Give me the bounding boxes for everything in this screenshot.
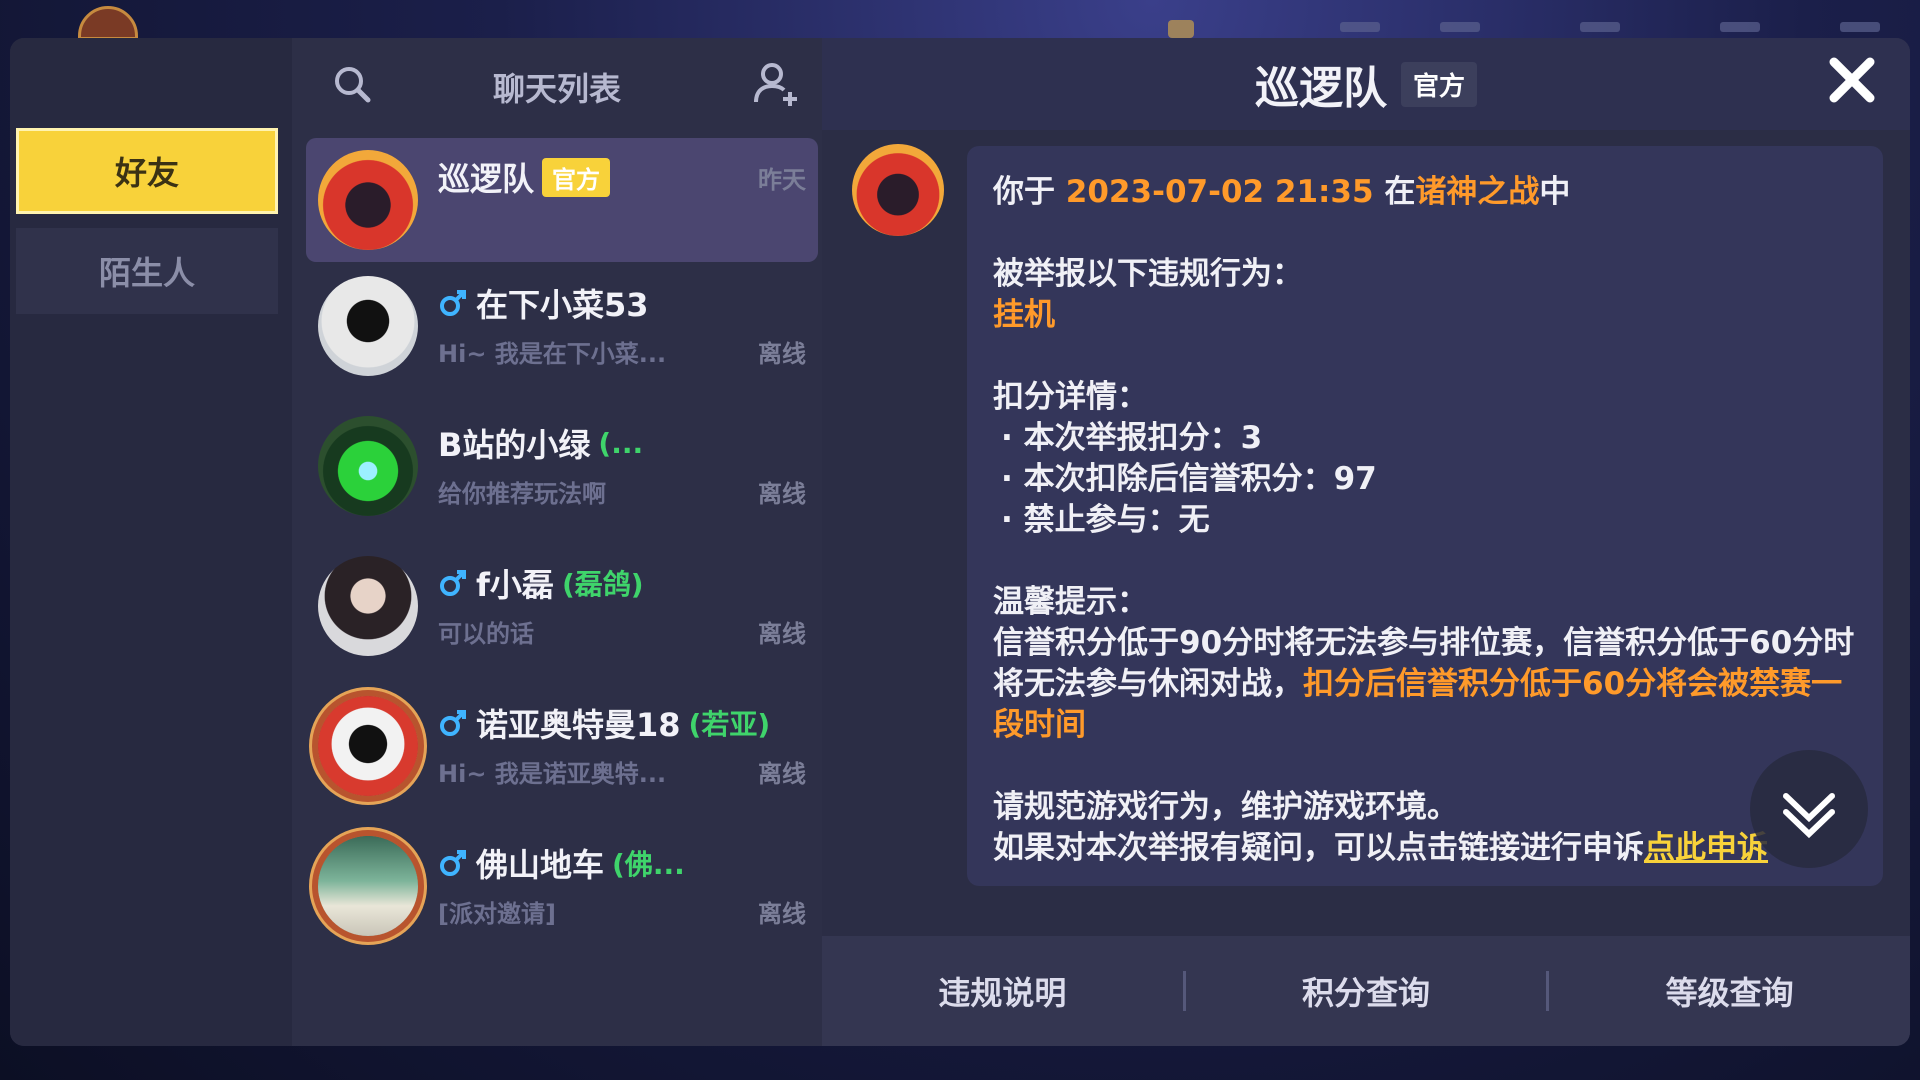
avatar bbox=[318, 276, 418, 376]
sender-avatar bbox=[852, 144, 944, 236]
menu-icon bbox=[1440, 22, 1480, 32]
conversation-header: 巡逻队 官方 bbox=[822, 38, 1910, 130]
scroll-down-button[interactable] bbox=[1750, 750, 1868, 868]
official-badge: 官方 bbox=[1400, 61, 1477, 107]
chat-item[interactable]: B站的小绿 (... 给你推荐玩法啊 离线 bbox=[306, 404, 818, 528]
deduct-bullet: · 本次举报扣分：3 bbox=[1001, 420, 1263, 456]
tab-friends[interactable]: 好友 bbox=[16, 128, 278, 214]
chat-list-title: 聊天列表 bbox=[492, 70, 621, 108]
menu-icon bbox=[1580, 22, 1620, 32]
closing-text: 请规范游戏行为，维护游戏环境。 bbox=[993, 789, 1458, 825]
contact-name: 巡逻队 bbox=[438, 160, 535, 198]
avatar bbox=[318, 696, 418, 796]
report-time-line: 你于 2023-07-02 21:35 在诸神之战中 bbox=[993, 174, 1571, 210]
male-icon bbox=[440, 850, 466, 876]
star-icon bbox=[1168, 20, 1194, 38]
online-status: 离线 bbox=[758, 620, 806, 648]
report-heading: 被举报以下违规行为： bbox=[993, 256, 1303, 292]
message-preview: 给你推荐玩法啊 bbox=[438, 480, 606, 508]
chat-item[interactable]: 诺亚奥特曼18 (若亚) Hi~ 我是诺亚奥特... 离线 bbox=[306, 684, 818, 808]
avatar bbox=[318, 836, 418, 936]
sidebar: 好友 陌生人 bbox=[10, 38, 292, 1046]
contact-name: 佛山地车 bbox=[476, 846, 605, 884]
male-icon bbox=[440, 290, 466, 316]
contact-name: 诺亚奥特曼18 bbox=[476, 706, 681, 744]
contact-name: B站的小绿 bbox=[438, 426, 591, 464]
avatar bbox=[318, 556, 418, 656]
tip-heading: 温馨提示： bbox=[993, 584, 1148, 620]
deduct-heading: 扣分详情： bbox=[993, 379, 1148, 415]
level-query-button[interactable]: 等级查询 bbox=[1549, 968, 1910, 1014]
online-status: 离线 bbox=[758, 900, 806, 928]
rank-medal-icon bbox=[78, 6, 138, 40]
tab-strangers[interactable]: 陌生人 bbox=[16, 228, 278, 314]
message-preview: [派对邀请] bbox=[438, 900, 556, 928]
violation-type: 挂机 bbox=[993, 297, 1055, 333]
male-icon bbox=[440, 710, 466, 736]
conversation-title: 巡逻队 bbox=[1254, 63, 1387, 114]
avatar bbox=[318, 150, 418, 250]
online-status: 离线 bbox=[758, 340, 806, 368]
deduct-bullet: · 禁止参与：无 bbox=[1001, 502, 1210, 538]
online-status: 离线 bbox=[758, 480, 806, 508]
message-preview: 可以的话 bbox=[438, 620, 534, 648]
report-datetime: 2023-07-02 21:35 bbox=[1065, 174, 1374, 210]
menu-icon bbox=[1840, 22, 1880, 32]
appeal-link[interactable]: 点此申诉 bbox=[1644, 830, 1768, 866]
message-bubble: 你于 2023-07-02 21:35 在诸神之战中 被举报以下违规行为： 挂机… bbox=[967, 146, 1883, 886]
male-icon bbox=[440, 570, 466, 596]
menu-icon bbox=[1720, 22, 1760, 32]
conversation-view: 巡逻队 官方 你于 2023-07-02 21:35 在诸神之战中 被举报以下违… bbox=[822, 38, 1910, 1046]
appeal-line: 如果对本次举报有疑问，可以点击链接进行申诉点此申诉 bbox=[993, 830, 1768, 866]
contact-remark: (磊鸽) bbox=[561, 568, 644, 601]
online-status: 离线 bbox=[758, 760, 806, 788]
message-preview: Hi~ 我是在下小菜... bbox=[438, 340, 667, 368]
close-icon[interactable] bbox=[1824, 52, 1880, 108]
chat-list-header: 聊天列表 bbox=[292, 38, 822, 130]
violation-info-button[interactable]: 违规说明 bbox=[822, 968, 1183, 1014]
contact-remark: (佛... bbox=[612, 848, 685, 881]
add-user-icon[interactable] bbox=[752, 60, 802, 110]
chat-item[interactable]: f小磊 (磊鸽) 可以的话 离线 bbox=[306, 544, 818, 668]
conversation-footer: 违规说明 积分查询 等级查询 bbox=[822, 936, 1910, 1046]
points-query-button[interactable]: 积分查询 bbox=[1186, 968, 1547, 1014]
chat-panel: 好友 陌生人 聊天列表 巡逻队 官方 昨天 在下小菜53 Hi~ 我是在下小菜.… bbox=[10, 38, 1910, 1046]
chat-item[interactable]: 佛山地车 (佛... [派对邀请] 离线 bbox=[306, 824, 818, 948]
chat-item[interactable]: 在下小菜53 Hi~ 我是在下小菜... 离线 bbox=[306, 264, 818, 388]
game-mode: 诸神之战 bbox=[1415, 174, 1540, 210]
contact-remark: (... bbox=[598, 426, 644, 460]
message-time: 昨天 bbox=[758, 166, 806, 194]
top-decoration bbox=[0, 0, 1920, 40]
contact-remark: (若亚) bbox=[688, 708, 771, 741]
menu-icon bbox=[1340, 22, 1380, 32]
contact-name: 在下小菜53 bbox=[476, 286, 649, 324]
deduct-bullet: · 本次扣除后信誉积分：97 bbox=[1001, 461, 1377, 497]
avatar bbox=[318, 416, 418, 516]
chat-item-patrol[interactable]: 巡逻队 官方 昨天 bbox=[306, 138, 818, 262]
tip-text: 信誉积分低于90分时将无法参与排位赛，信誉积分低于60分时将无法参与休闲对战，扣… bbox=[993, 625, 1855, 743]
official-badge: 官方 bbox=[542, 157, 611, 197]
contact-name: f小磊 bbox=[476, 566, 554, 604]
chat-list: 聊天列表 巡逻队 官方 昨天 在下小菜53 Hi~ 我是在下小菜... 离线 B… bbox=[292, 38, 822, 1046]
message-preview: Hi~ 我是诺亚奥特... bbox=[438, 760, 667, 788]
